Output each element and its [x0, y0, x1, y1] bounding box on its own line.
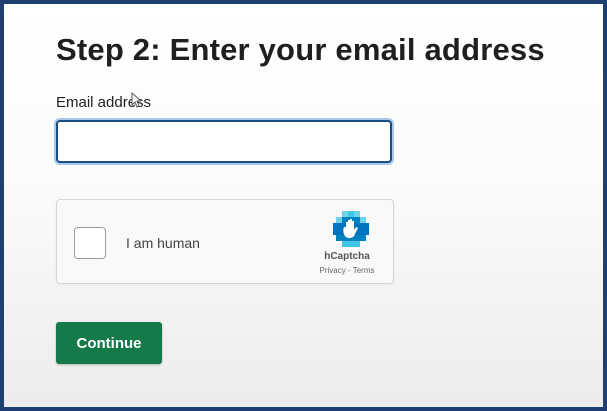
terms-link[interactable]: Terms: [353, 266, 375, 275]
hcaptcha-widget: I am human hCaptcha Privacy - Terms: [56, 199, 394, 284]
hcaptcha-brand: hCaptcha: [324, 251, 370, 262]
captcha-label: I am human: [126, 235, 200, 251]
links-separator: -: [345, 266, 353, 275]
email-field[interactable]: [56, 120, 392, 163]
hcaptcha-hand-icon: [333, 211, 369, 247]
mouse-cursor-icon: [131, 92, 141, 108]
page-title: Step 2: Enter your email address: [56, 32, 545, 67]
captcha-checkbox[interactable]: [74, 227, 106, 259]
continue-button[interactable]: Continue: [56, 322, 162, 364]
captcha-links: Privacy - Terms: [305, 266, 389, 275]
privacy-link[interactable]: Privacy: [320, 266, 346, 275]
page-frame: Step 2: Enter your email address Email a…: [0, 0, 607, 411]
